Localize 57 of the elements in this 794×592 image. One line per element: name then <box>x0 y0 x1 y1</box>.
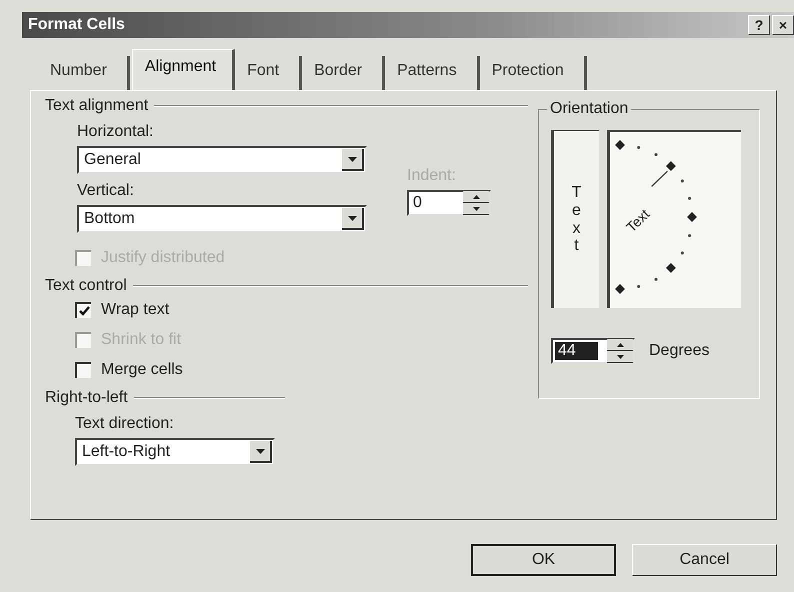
checkbox[interactable] <box>75 302 91 318</box>
field-label: Horizontal: <box>77 123 154 141</box>
ok-button[interactable]: OK <box>471 544 616 576</box>
dropdown-button[interactable] <box>250 441 272 463</box>
cancel-button[interactable]: Cancel <box>632 544 777 576</box>
spin-down-button[interactable] <box>463 203 489 215</box>
tab[interactable]: Protection <box>482 56 587 90</box>
spin-up-button[interactable] <box>607 339 633 351</box>
dial-dot <box>637 285 640 288</box>
help-button[interactable]: ? <box>748 15 770 35</box>
up-arrow-icon <box>472 194 480 198</box>
close-button[interactable]: × <box>772 15 794 35</box>
dial-marker <box>687 212 697 222</box>
checkbox-label[interactable]: Wrap text <box>101 301 170 319</box>
dial-marker <box>615 284 625 294</box>
dial-dot <box>654 153 658 156</box>
dial-dot <box>654 278 658 281</box>
dropdown-arrow-icon <box>256 448 264 454</box>
spin-up-button[interactable] <box>463 191 489 203</box>
down-arrow-icon <box>616 354 624 358</box>
field-label: Degrees <box>649 342 710 360</box>
orientation-dial[interactable]: Text <box>607 130 741 308</box>
dial-marker <box>666 262 676 273</box>
dropdown-button[interactable] <box>342 208 364 230</box>
angle-line <box>651 170 668 187</box>
horizontal-dropdown[interactable]: General <box>77 146 367 174</box>
checkbox[interactable] <box>75 362 91 378</box>
dropdown-arrow-icon <box>348 156 356 162</box>
up-arrow-icon <box>616 342 624 346</box>
tab[interactable]: Font <box>237 56 302 90</box>
dial-dot <box>688 196 692 200</box>
field-label: Text direction: <box>75 415 175 433</box>
dial-dot <box>680 252 684 254</box>
spin-down-button[interactable] <box>607 351 633 363</box>
dial-dot <box>688 234 692 238</box>
rotated-text: Text <box>622 206 653 236</box>
tab[interactable]: Alignment <box>132 49 236 90</box>
group-heading: Text control <box>45 277 127 295</box>
vertical-dropdown[interactable]: Bottom <box>77 205 367 233</box>
checkbox-label[interactable]: Merge cells <box>101 361 183 379</box>
dropdown-button[interactable] <box>342 149 364 171</box>
dial-dot <box>680 180 684 182</box>
dial-marker <box>666 161 676 172</box>
window-title: Format Cells <box>28 16 125 34</box>
degrees-spinner[interactable]: 44 <box>551 338 635 364</box>
dial-marker <box>615 140 625 150</box>
tab[interactable]: Border <box>304 56 386 90</box>
indent-spinner[interactable]: 0 <box>407 190 491 216</box>
field-label: Vertical: <box>77 182 135 200</box>
tab[interactable]: Patterns <box>387 56 480 90</box>
down-arrow-icon <box>472 206 480 210</box>
dropdown-arrow-icon <box>348 216 356 220</box>
group-heading: Text alignment <box>45 97 148 115</box>
text-direction-dropdown[interactable]: Left-to-Right <box>75 438 275 466</box>
vertical-text-button[interactable]: Text <box>551 130 599 308</box>
dial-dot <box>637 146 640 149</box>
group-heading: Right-to-left <box>45 389 128 407</box>
